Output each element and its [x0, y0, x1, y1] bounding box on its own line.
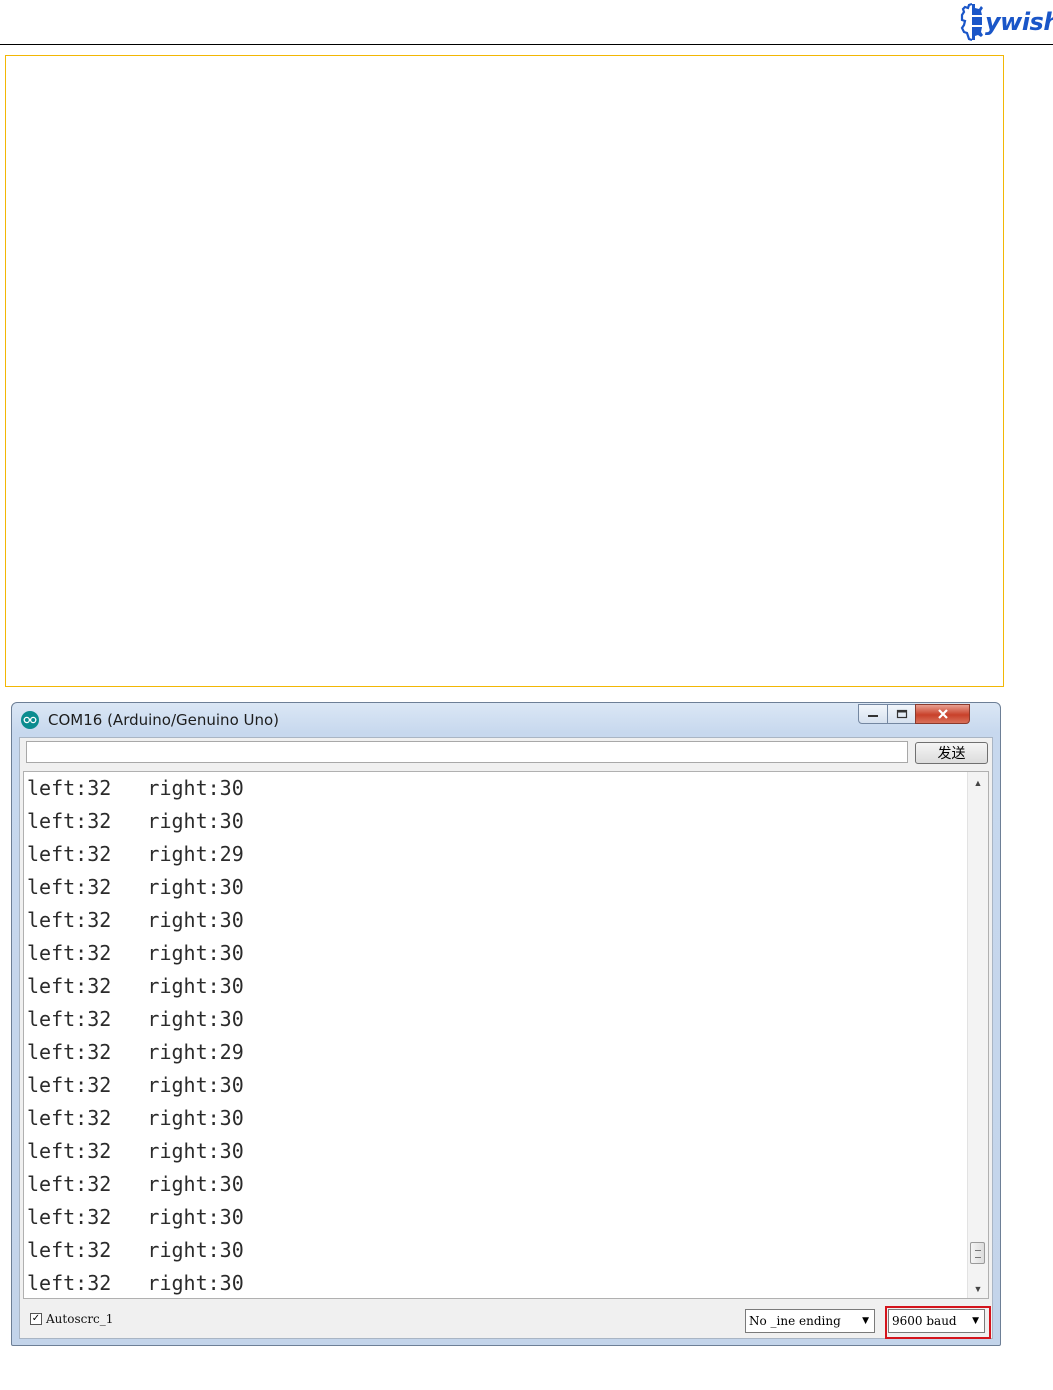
autoscroll-toggle[interactable]: ✓ Autoscrc_1: [30, 1312, 113, 1326]
output-line: left:32 right:30: [27, 1106, 244, 1130]
output-line: left:32 right:30: [27, 974, 244, 998]
serial-monitor-window: COM16 (Arduino/Genuino Uno) 发送 left:32 r…: [11, 702, 1001, 1346]
bottom-bar: ✓ Autoscrc_1 No _ine ending ▼ 9600 baud …: [20, 1303, 992, 1339]
header-rule: [0, 44, 1053, 45]
output-line: left:32 right:30: [27, 875, 244, 899]
code-box: [5, 55, 1004, 687]
maximize-button[interactable]: [887, 704, 916, 724]
window-title: COM16 (Arduino/Genuino Uno): [48, 711, 280, 729]
scroll-thumb[interactable]: [970, 1242, 985, 1264]
output-line: left:32 right:30: [27, 809, 244, 833]
output-line: left:32 right:30: [27, 941, 244, 965]
send-input[interactable]: [26, 741, 908, 763]
output-line: left:32 right:30: [27, 1139, 244, 1163]
output-line: left:32 right:30: [27, 1007, 244, 1031]
page-header: ywish: [0, 0, 1053, 46]
output-line: left:32 right:30: [27, 1238, 244, 1262]
title-bar[interactable]: COM16 (Arduino/Genuino Uno): [12, 703, 1000, 737]
output-line: left:32 right:29: [27, 842, 244, 866]
maximize-icon: [896, 709, 907, 719]
scroll-down-arrow-icon[interactable]: ▼: [968, 1280, 988, 1298]
line-ending-select[interactable]: No _ine ending ▼: [745, 1309, 875, 1333]
gear-icon: [960, 3, 983, 41]
output-line: left:32 right:30: [27, 908, 244, 932]
vertical-scrollbar[interactable]: ▲ ▼: [967, 772, 988, 1298]
chevron-down-icon: ▼: [862, 1316, 869, 1326]
company-logo: ywish: [960, 2, 1053, 42]
output-line: left:32 right:30: [27, 1073, 244, 1097]
baud-highlight-box: [885, 1306, 991, 1339]
arduino-icon: [21, 711, 39, 729]
line-ending-value: No _ine ending: [749, 1314, 841, 1328]
logo-text: ywish: [985, 8, 1053, 36]
minimize-icon: [868, 715, 878, 717]
serial-output[interactable]: left:32 right:30 left:32 right:30 left:32 …: [23, 771, 989, 1299]
autoscroll-label: Autoscrc_1: [46, 1312, 114, 1326]
output-line: left:32 right:30: [27, 1271, 244, 1295]
autoscroll-checkbox[interactable]: ✓: [30, 1313, 42, 1325]
scroll-up-arrow-icon[interactable]: ▲: [968, 774, 988, 792]
close-button[interactable]: [915, 704, 970, 724]
close-icon: [937, 709, 948, 719]
send-button[interactable]: 发送: [915, 742, 988, 764]
output-line: left:32 right:30: [27, 1205, 244, 1229]
output-line: left:32 right:29: [27, 1040, 244, 1064]
output-line: left:32 right:30: [27, 776, 244, 800]
output-line: left:32 right:30: [27, 1172, 244, 1196]
window-client-area: 发送 left:32 right:30 left:32 right:30 left:…: [19, 737, 993, 1339]
minimize-button[interactable]: [858, 704, 888, 724]
